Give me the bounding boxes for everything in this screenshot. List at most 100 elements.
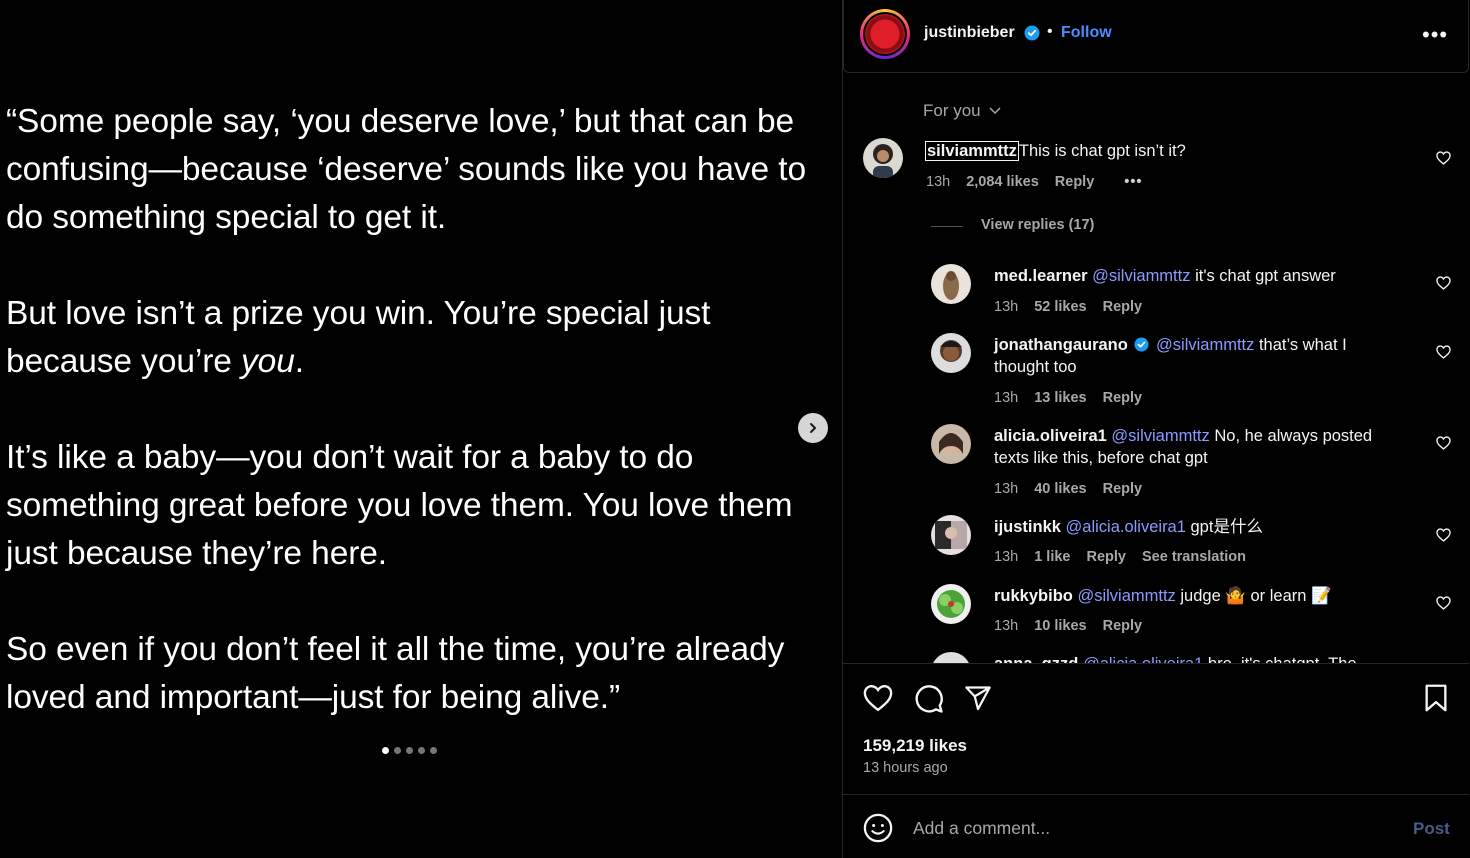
avatar[interactable] <box>931 652 971 663</box>
quote-text: So even if you don’t feel it all the tim… <box>6 631 785 716</box>
post-likes-count[interactable]: 159,219 likes <box>863 736 967 756</box>
comment-mention[interactable]: @silviammttz <box>1156 336 1254 354</box>
comment-username[interactable]: rukkybibo <box>994 587 1073 605</box>
like-comment-icon[interactable] <box>1436 596 1451 610</box>
comment-text: gpt是什么 <box>1185 518 1263 536</box>
reply-comment: ijustinkk @alicia.oliveira1 gpt是什么 <box>994 516 1394 538</box>
author-username[interactable]: justinbieber <box>924 24 1015 42</box>
comment-time[interactable]: 13h <box>994 390 1018 406</box>
comment-mention[interactable]: @silviammttz <box>1092 267 1190 285</box>
post-comment-button[interactable]: Post <box>1413 819 1450 839</box>
comment-time[interactable]: 13h <box>994 481 1018 497</box>
reply-button[interactable]: Reply <box>1103 481 1143 497</box>
top-comment: silviammttz This is chat gpt isn’t it? <box>925 140 1186 162</box>
post-side-panel: justinbieber • Follow ••• For you silvia… <box>842 0 1470 858</box>
comment-time[interactable]: 13h <box>994 299 1018 315</box>
reply-button[interactable]: Reply <box>1103 618 1143 634</box>
comment-mention[interactable]: @silviammttz <box>1111 427 1209 445</box>
like-comment-icon[interactable] <box>1436 276 1451 290</box>
comment-username[interactable]: ijustinkk <box>994 518 1061 536</box>
quote-text: But love isn’t a prize you win. You’re s… <box>6 295 711 380</box>
carousel-dot[interactable] <box>430 747 437 754</box>
comment-username[interactable]: silviammttz <box>925 141 1019 161</box>
sort-label: For you <box>923 101 981 120</box>
like-heart-icon[interactable] <box>863 684 893 712</box>
like-comment-icon[interactable] <box>1436 151 1451 165</box>
carousel-next-button[interactable] <box>798 413 828 443</box>
comments-list[interactable]: For you silviammttz This is chat gpt isn’… <box>843 74 1469 664</box>
comment-likes[interactable]: 1 like <box>1034 549 1070 565</box>
reply-comment: jonathangaurano @silviammttz that’s what… <box>994 334 1394 378</box>
comment-more-icon[interactable]: ••• <box>1124 174 1142 190</box>
share-send-icon[interactable] <box>963 684 993 712</box>
comment-username[interactable]: jonathangaurano <box>994 336 1128 354</box>
carousel-dot[interactable] <box>394 747 401 754</box>
chevron-right-icon <box>810 423 816 433</box>
carousel-dot[interactable] <box>418 747 425 754</box>
verified-badge-icon <box>1134 337 1149 352</box>
reply-button[interactable]: Reply <box>1086 549 1126 565</box>
like-comment-icon[interactable] <box>1436 528 1451 542</box>
comment-likes[interactable]: 10 likes <box>1034 618 1086 634</box>
chevron-down-icon <box>989 107 1001 115</box>
comment-time[interactable]: 13h <box>994 618 1018 634</box>
comment-meta: 13h 2,084 likes Reply ••• <box>926 174 1143 190</box>
see-translation-button[interactable]: See translation <box>1142 549 1246 565</box>
quote-paragraph-3: It’s like a baby—you don’t wait for a ba… <box>6 434 816 578</box>
avatar[interactable] <box>931 264 971 304</box>
view-replies-button[interactable]: View replies (17) <box>981 217 1094 233</box>
follow-button[interactable]: Follow <box>1061 24 1112 42</box>
avatar[interactable] <box>931 584 971 624</box>
quote-text: It’s like a baby—you don’t wait for a ba… <box>6 439 793 572</box>
comment-text: This is chat gpt isn’t it? <box>1018 142 1186 160</box>
verified-badge-icon <box>1024 25 1040 41</box>
comment-meta: 13h 1 like Reply See translation <box>994 549 1246 565</box>
avatar[interactable] <box>931 515 971 555</box>
reply-button[interactable]: Reply <box>1103 299 1143 315</box>
comment-input[interactable] <box>913 815 1363 841</box>
comment-mention[interactable]: @silviammttz <box>1077 587 1175 605</box>
comment-text: it's chat gpt answer <box>1190 267 1336 285</box>
comment-sort-dropdown[interactable]: For you <box>923 101 1002 121</box>
reply-button[interactable]: Reply <box>1055 174 1095 190</box>
header-separator: • <box>1047 23 1053 40</box>
quote-paragraph-1: “Some people say, ‘you deserve love,’ bu… <box>6 98 816 242</box>
reply-button[interactable]: Reply <box>1103 390 1143 406</box>
reply-comment: alicia.oliveira1 @silviammttz No, he alw… <box>994 425 1394 469</box>
comment-likes[interactable]: 52 likes <box>1034 299 1086 315</box>
quote-paragraph-4: So even if you don’t feel it all the tim… <box>6 626 816 722</box>
comment-username[interactable]: alicia.oliveira1 <box>994 427 1107 445</box>
author-avatar[interactable] <box>860 9 910 59</box>
like-comment-icon[interactable] <box>1436 345 1451 359</box>
post-timestamp[interactable]: 13 hours ago <box>863 760 948 776</box>
comment-time[interactable]: 13h <box>994 549 1018 565</box>
like-comment-icon[interactable] <box>1436 436 1451 450</box>
avatar[interactable] <box>931 424 971 464</box>
comment-username[interactable]: med.learner <box>994 267 1088 285</box>
avatar[interactable] <box>931 333 971 373</box>
carousel-dot[interactable] <box>406 747 413 754</box>
more-options-icon[interactable]: ••• <box>1422 22 1448 48</box>
comment-meta: 13h 52 likes Reply <box>994 299 1142 315</box>
post-quote-text: “Some people say, ‘you deserve love,’ bu… <box>6 98 816 722</box>
quote-text: . <box>294 343 304 380</box>
comment-likes[interactable]: 40 likes <box>1034 481 1086 497</box>
reply-comment: med.learner @silviammttz it's chat gpt a… <box>994 265 1394 287</box>
comment-mention[interactable]: @alicia.oliveira1 <box>1083 655 1203 663</box>
comment-text: bro, it's chatgpt. The <box>1203 655 1357 664</box>
comment-likes[interactable]: 2,084 likes <box>966 174 1039 190</box>
comment-mention[interactable]: @alicia.oliveira1 <box>1066 518 1186 536</box>
avatar[interactable] <box>863 138 903 178</box>
comment-likes[interactable]: 13 likes <box>1034 390 1086 406</box>
comment-meta: 13h 13 likes Reply <box>994 390 1142 406</box>
bookmark-icon[interactable] <box>1424 684 1448 712</box>
emoji-picker-icon[interactable] <box>863 813 893 843</box>
carousel-dot[interactable] <box>382 747 389 754</box>
quote-emphasis: you <box>241 343 295 380</box>
comment-time[interactable]: 13h <box>926 174 950 190</box>
post-media: “Some people say, ‘you deserve love,’ bu… <box>0 0 842 858</box>
comment-text: judge 🤷 or learn 📝 <box>1175 587 1332 605</box>
comment-meta: 13h 10 likes Reply <box>994 618 1142 634</box>
comment-bubble-icon[interactable] <box>914 684 944 714</box>
comment-username[interactable]: anna_gzzd <box>994 655 1078 663</box>
